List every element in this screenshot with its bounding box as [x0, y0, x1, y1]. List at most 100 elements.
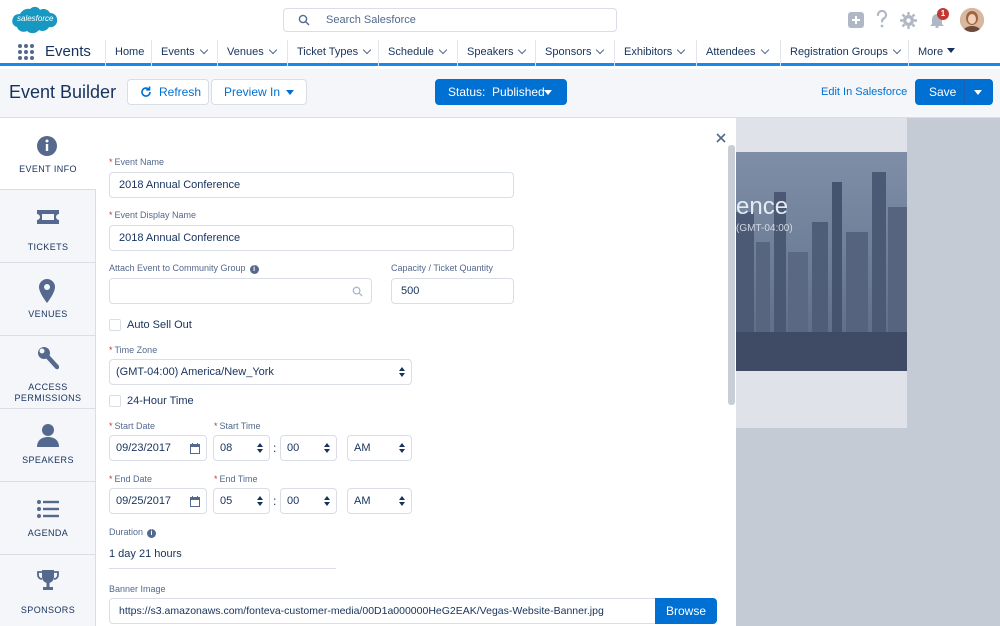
start-hour-select[interactable]: 08 [213, 435, 270, 461]
chevron-down-icon[interactable] [596, 45, 605, 55]
sidebar-label: VENUES [28, 309, 68, 319]
sidebar-item-tickets[interactable]: TICKETS [0, 190, 96, 263]
status-label: Status: Published [448, 85, 545, 99]
save-label: Save [929, 85, 957, 99]
sidebar-label: SPONSORS [20, 605, 76, 615]
nav-item-registration-groups[interactable]: Registration Groups [780, 40, 908, 66]
event-name-input[interactable]: 2018 Annual Conference [109, 172, 514, 198]
form-scrollbar[interactable] [728, 145, 735, 405]
sidebar-label: SPEAKERS [22, 455, 74, 465]
preview-in-button[interactable]: Preview In [211, 79, 307, 105]
event-name-label: * Event Name [109, 157, 165, 167]
end-time-label: * End Time [214, 474, 258, 484]
nav-item-home[interactable]: Home [105, 40, 153, 66]
logo-text: salesforce [17, 14, 54, 23]
notification-count-badge: 1 [937, 8, 949, 20]
nav-item-exhibitors[interactable]: Exhibitors [614, 40, 696, 66]
end-date-label: * End Date [109, 474, 153, 484]
nav-item-venues[interactable]: Venues [217, 40, 292, 66]
refresh-icon [141, 86, 151, 97]
nav-label: Attendees [706, 46, 756, 58]
auto-sell-out-checkbox[interactable] [109, 319, 121, 331]
person-icon [37, 424, 59, 447]
end-ampm-select[interactable]: AM [347, 488, 412, 514]
start-minute-select[interactable]: 00 [280, 435, 337, 461]
chevron-down-icon[interactable] [268, 45, 277, 55]
sidebar-item-event-info[interactable]: EVENT INFO [0, 118, 96, 190]
chevron-down-icon[interactable] [677, 45, 686, 55]
status-dropdown-button[interactable]: Status: Published [435, 79, 567, 105]
search-icon [298, 14, 310, 26]
time-zone-select[interactable]: (GMT-04:00) America/New_York [109, 359, 412, 385]
nav-item-attendees[interactable]: Attendees [696, 40, 779, 66]
info-icon[interactable]: i [249, 265, 259, 274]
sidebar-item-speakers[interactable]: SPEAKERS [0, 409, 96, 482]
edit-in-salesforce-link[interactable]: Edit In Salesforce [821, 86, 907, 98]
search-icon [352, 286, 363, 297]
time-zone-label: * Time Zone [109, 345, 158, 355]
end-minute-select[interactable]: 00 [280, 488, 337, 514]
sidebar-item-venues[interactable]: VENUES [0, 263, 96, 336]
end-date-value: 09/25/2017 [116, 495, 172, 507]
preview-banner-image [736, 152, 907, 371]
chevron-down-icon[interactable] [760, 45, 769, 55]
nav-item-speakers[interactable]: Speakers [457, 40, 536, 66]
nav-item-sponsors[interactable]: Sponsors [535, 40, 615, 66]
end-hour-value: 05 [220, 495, 233, 507]
duration-value: 1 day 21 hours [109, 548, 182, 560]
nav-label: Events [161, 46, 195, 58]
city-skyline-image [736, 172, 907, 371]
nav-item-schedule[interactable]: Schedule [378, 40, 456, 66]
refresh-button[interactable]: Refresh [127, 79, 209, 105]
setup-gear-icon[interactable] [900, 12, 917, 29]
start-ampm-select[interactable]: AM [347, 435, 412, 461]
start-date-input[interactable]: 09/23/2017 [109, 435, 207, 461]
chevron-down-icon[interactable] [518, 45, 527, 55]
location-pin-icon [39, 279, 55, 303]
chevron-down-icon[interactable] [892, 45, 902, 55]
sidebar-item-agenda[interactable]: AGENDA [0, 482, 96, 555]
sidebar-label: EVENT INFO [19, 164, 77, 174]
calendar-icon[interactable] [190, 496, 200, 507]
nav-item-events[interactable]: Events [151, 40, 219, 66]
end-date-input[interactable]: 09/25/2017 [109, 488, 207, 514]
nav-label: Home [115, 46, 145, 58]
start-ampm-value: AM [354, 442, 371, 454]
24-hour-time-checkbox[interactable] [109, 395, 121, 407]
banner-image-label: Banner Image [109, 584, 166, 594]
community-group-lookup-input[interactable] [109, 278, 372, 304]
calendar-icon[interactable] [190, 443, 200, 454]
app-launcher-icon[interactable] [18, 44, 34, 60]
sidebar-item-sponsors[interactable]: SPONSORS [0, 555, 96, 626]
info-icon[interactable]: i [147, 529, 157, 538]
time-separator: : [273, 441, 277, 455]
capacity-label: Capacity / Ticket Quantity [391, 263, 494, 273]
event-display-name-input[interactable]: 2018 Annual Conference [109, 225, 514, 251]
duration-label: Duration i [109, 527, 157, 538]
chevron-down-icon[interactable] [199, 45, 208, 55]
duration-divider [109, 568, 336, 569]
add-icon[interactable] [848, 12, 864, 28]
chevron-down-icon[interactable] [438, 45, 448, 55]
global-search[interactable]: Search Salesforce [283, 8, 617, 32]
end-hour-select[interactable]: 05 [213, 488, 270, 514]
nav-item-ticket-types[interactable]: Ticket Types [287, 40, 380, 66]
sidebar-label: ACCESS [28, 382, 68, 392]
caret-down-icon [544, 90, 552, 95]
app-name: Events [45, 43, 91, 60]
banner-image-url-input[interactable]: https://s3.amazonaws.com/fonteva-custome… [109, 598, 657, 624]
caret-down-icon[interactable] [974, 90, 982, 95]
save-button[interactable]: Save [915, 79, 993, 105]
close-icon[interactable] [714, 131, 728, 145]
sidebar-item-access-permissions[interactable]: ACCESS PERMISSIONS [0, 336, 96, 409]
browse-button[interactable]: Browse [655, 598, 717, 624]
start-hour-value: 08 [220, 442, 233, 454]
caret-down-icon [286, 90, 294, 95]
user-avatar[interactable] [960, 8, 984, 32]
nav-item-more[interactable]: More [908, 40, 1000, 66]
help-icon[interactable] [876, 10, 888, 28]
start-date-label: * Start Date [109, 421, 156, 431]
chevron-down-icon[interactable] [362, 45, 372, 55]
global-header: salesforce Search Salesforce 1 [0, 0, 1000, 40]
capacity-input[interactable]: 500 [391, 278, 514, 304]
